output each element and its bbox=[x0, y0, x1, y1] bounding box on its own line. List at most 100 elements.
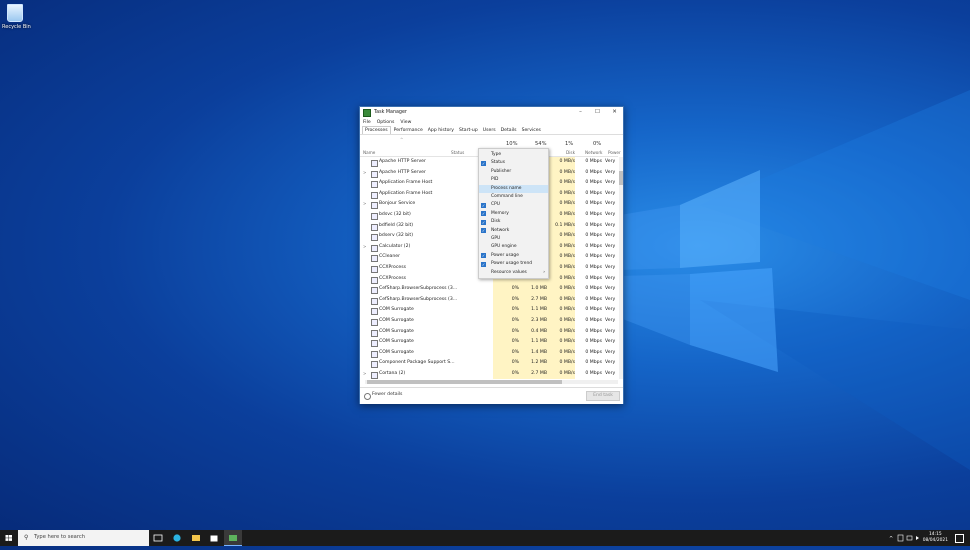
tab-start-up[interactable]: Start-up bbox=[457, 127, 480, 134]
disk-value: 0 MB/s bbox=[547, 231, 575, 242]
horizontal-scrollbar[interactable] bbox=[365, 380, 618, 384]
notification-icon[interactable] bbox=[955, 534, 964, 543]
power-value: Very bbox=[605, 349, 616, 355]
process-name: CefSharp.BrowserSubprocess (3... bbox=[379, 286, 458, 292]
tab-performance[interactable]: Performance bbox=[392, 127, 425, 134]
close-button[interactable]: ✕ bbox=[606, 107, 623, 118]
fewer-details-link[interactable]: Fewer details bbox=[372, 392, 402, 397]
process-name: CefSharp.BrowserSubprocess (3... bbox=[379, 296, 458, 302]
column-power[interactable]: Power bbox=[608, 150, 621, 155]
context-menu-item-power-usage[interactable]: ✓ Power usage bbox=[479, 252, 548, 260]
context-menu-item-type[interactable]: Type bbox=[479, 151, 548, 159]
column-network-percent[interactable]: 0% bbox=[593, 141, 601, 147]
tab-app-history[interactable]: App history bbox=[426, 127, 456, 134]
memory-value: 1.0 MB bbox=[519, 284, 547, 295]
vertical-scroll-thumb[interactable] bbox=[619, 171, 623, 185]
context-menu-item-gpu[interactable]: GPU bbox=[479, 235, 548, 243]
task-view-button[interactable] bbox=[149, 530, 167, 546]
process-name: Apache HTTP Server bbox=[379, 169, 426, 175]
recycle-bin-icon bbox=[7, 4, 23, 22]
memory-value: 1.1 MB bbox=[519, 305, 547, 316]
power-value: Very bbox=[605, 286, 616, 292]
table-row[interactable]: CefSharp.BrowserSubprocess (3... 0% 2.7 MB… bbox=[360, 294, 618, 306]
context-menu-item-process-name[interactable]: Process name bbox=[479, 184, 548, 193]
table-row[interactable]: COM Surrogate 0% 0.4 MB 0 MB/s 0 Mbps Very bbox=[360, 326, 618, 338]
process-name: COM Surrogate bbox=[379, 339, 414, 345]
end-task-button[interactable]: End task bbox=[586, 391, 620, 401]
table-row[interactable]: CefSharp.BrowserSubprocess (3... 0% 1.0 MB… bbox=[360, 284, 618, 295]
process-icon bbox=[371, 361, 378, 369]
table-row[interactable]: > Cortana (2) 0% 2.7 MB 0 MB/s 0 Mbps Very bbox=[360, 369, 618, 379]
network-value: 0 Mbps bbox=[585, 275, 602, 281]
minimize-button[interactable]: – bbox=[572, 107, 589, 118]
column-disk-percent[interactable]: 1% bbox=[565, 141, 573, 147]
menu-options[interactable]: Options bbox=[377, 120, 395, 125]
process-name: CCXProcess bbox=[379, 265, 406, 270]
start-button[interactable] bbox=[0, 530, 18, 546]
network-value: 0 Mbps bbox=[585, 222, 602, 228]
windows-logo-icon bbox=[5, 535, 12, 541]
expand-chevron-icon[interactable]: > bbox=[363, 369, 366, 379]
table-row[interactable]: Component Package Support S... 0% 1.2 MB 0 … bbox=[360, 358, 618, 369]
process-name: Calculator (2) bbox=[379, 243, 411, 249]
column-network[interactable]: Network bbox=[585, 150, 602, 155]
column-cpu-percent[interactable]: 10% bbox=[506, 141, 518, 147]
tab-details[interactable]: Details bbox=[499, 127, 519, 134]
table-row[interactable]: COM Surrogate 0% 1.4 MB 0 MB/s 0 Mbps Very bbox=[360, 347, 618, 359]
disk-value: 0.1 MB/s bbox=[547, 220, 575, 232]
power-value: Very bbox=[605, 212, 616, 217]
context-menu-item-network[interactable]: ✓ Network bbox=[479, 227, 548, 235]
column-name[interactable]: Name bbox=[363, 150, 375, 155]
column-memory-percent[interactable]: 54% bbox=[535, 141, 547, 147]
taskbar-file-explorer[interactable] bbox=[187, 530, 205, 546]
column-disk[interactable]: Disk bbox=[566, 150, 575, 155]
context-menu-label: Publisher bbox=[491, 168, 512, 174]
process-icon bbox=[371, 234, 378, 242]
context-menu-item-power-usage-trend[interactable]: ✓ Power usage trend bbox=[479, 260, 548, 268]
power-value: Very bbox=[605, 318, 616, 323]
power-value: Very bbox=[605, 180, 616, 186]
expand-chevron-icon[interactable]: > bbox=[363, 168, 366, 179]
table-row[interactable]: COM Surrogate 0% 1.1 MB 0 MB/s 0 Mbps Very bbox=[360, 337, 618, 348]
column-status[interactable]: Status bbox=[451, 150, 464, 155]
search-icon: ⚲ bbox=[24, 534, 29, 541]
tab-services[interactable]: Services bbox=[520, 127, 543, 134]
power-value: Very bbox=[605, 371, 616, 376]
recycle-bin-shortcut[interactable]: Recycle Bin bbox=[2, 4, 31, 30]
taskbar-store[interactable] bbox=[205, 530, 223, 546]
context-menu-item-status[interactable]: ✓ Status bbox=[479, 159, 548, 167]
process-name: COM Surrogate bbox=[379, 328, 414, 334]
context-menu-item-publisher[interactable]: Publisher bbox=[479, 168, 548, 176]
context-menu-item-resource-values[interactable]: Resource values › bbox=[479, 269, 548, 277]
checkmark-icon: ✓ bbox=[481, 228, 486, 234]
menu-view[interactable]: View bbox=[400, 120, 411, 125]
menu-file[interactable]: File bbox=[363, 120, 371, 125]
expand-chevron-icon[interactable]: > bbox=[363, 199, 366, 210]
title-bar[interactable]: Task Manager – ☐ ✕ bbox=[360, 107, 623, 118]
network-value: 0 Mbps bbox=[585, 169, 602, 175]
horizontal-scroll-thumb[interactable] bbox=[367, 380, 562, 384]
vertical-scrollbar[interactable] bbox=[619, 157, 623, 379]
taskbar: ⚲ Type here to search ^ 14:15 08/04/2021 bbox=[0, 530, 970, 546]
context-menu-item-gpu-engine[interactable]: GPU engine bbox=[479, 243, 548, 251]
checkmark-icon: ✓ bbox=[481, 261, 486, 267]
context-menu-item-cpu[interactable]: ✓ CPU bbox=[479, 201, 548, 209]
expand-chevron-icon[interactable]: > bbox=[363, 242, 366, 253]
context-menu-item-memory[interactable]: ✓ Memory bbox=[479, 210, 548, 218]
clock[interactable]: 14:15 08/04/2021 bbox=[923, 532, 948, 544]
taskbar-task-manager[interactable] bbox=[224, 530, 242, 546]
tab-processes[interactable]: Processes bbox=[362, 126, 391, 134]
edge-icon bbox=[173, 534, 181, 542]
search-box[interactable]: ⚲ Type here to search bbox=[18, 530, 149, 546]
maximize-button[interactable]: ☐ bbox=[589, 107, 606, 118]
context-menu-item-command-line[interactable]: Command line bbox=[479, 193, 548, 201]
context-menu-item-disk[interactable]: ✓ Disk bbox=[479, 218, 548, 226]
tab-users[interactable]: Users bbox=[481, 127, 498, 134]
context-menu-label: Resource values bbox=[491, 269, 527, 275]
table-row[interactable]: COM Surrogate 0% 2.3 MB 0 MB/s 0 Mbps Very bbox=[360, 316, 618, 327]
network-value: 0 Mbps bbox=[585, 243, 602, 249]
context-menu-item-pid[interactable]: PID bbox=[479, 176, 548, 184]
taskbar-edge[interactable] bbox=[168, 530, 186, 546]
column-context-menu[interactable]: Type ✓ Status Publisher PID Process name Comma… bbox=[478, 148, 549, 279]
table-row[interactable]: COM Surrogate 0% 1.1 MB 0 MB/s 0 Mbps Very bbox=[360, 305, 618, 316]
